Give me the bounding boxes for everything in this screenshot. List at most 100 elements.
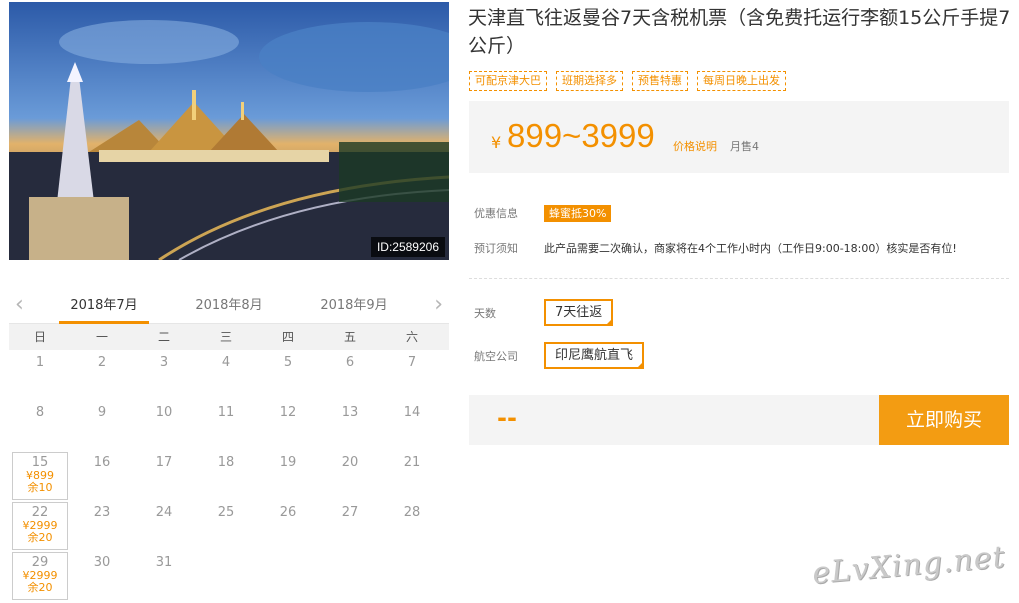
buy-now-button[interactable]: 立即购买 xyxy=(879,395,1009,445)
calendar-day: 4 xyxy=(195,350,257,400)
day-number: 7 xyxy=(407,355,417,370)
day-number: 22 xyxy=(31,505,49,520)
day-number: 14 xyxy=(403,405,421,420)
calendar-day: 23 xyxy=(71,500,133,550)
day-number: 18 xyxy=(217,455,235,470)
price-range: 899~3999 xyxy=(507,117,655,154)
weekday-label: 四 xyxy=(281,330,294,344)
promo-row: 优惠信息 蜂蜜抵30% xyxy=(474,205,612,222)
product-photo: ID:2589206 xyxy=(9,2,449,260)
day-number: 9 xyxy=(97,405,107,420)
day-number: 2 xyxy=(97,355,107,370)
weekday-label: 一 xyxy=(95,330,108,344)
weekday-label: 三 xyxy=(219,330,232,344)
weekday-label: 五 xyxy=(343,330,356,344)
calendar-day: 21 xyxy=(381,450,443,500)
feature-tag: 预售特惠 xyxy=(632,71,688,91)
calendar-day-available[interactable]: 22 ¥2999 余20 xyxy=(12,502,68,550)
day-stock: 余20 xyxy=(27,581,53,594)
price-note-link[interactable]: 价格说明 xyxy=(673,138,717,154)
calendar-grid: 1 2 3 4 5 6 7 8 9 10 11 12 13 14 15 ¥899 余10 16 17 18 19 20 21… xyxy=(9,350,449,600)
divider xyxy=(469,278,1009,279)
calendar-day: 27 xyxy=(319,500,381,550)
calendar-day: 14 xyxy=(381,400,443,450)
feature-tag: 班期选择多 xyxy=(556,71,623,91)
tab-month-1[interactable]: 2018年7月 xyxy=(59,295,149,324)
calendar-day-available[interactable]: 29 ¥2999 余20 xyxy=(12,552,68,600)
calendar-day: 2 xyxy=(71,350,133,400)
calendar-day: 11 xyxy=(195,400,257,450)
site-watermark: eLvXing.net xyxy=(810,539,1007,592)
calendar-day: 12 xyxy=(257,400,319,450)
day-number: 12 xyxy=(279,405,297,420)
calendar-day: 8 xyxy=(9,400,71,450)
calendar-day: 5 xyxy=(257,350,319,400)
day-number: 23 xyxy=(93,505,111,520)
next-month-icon[interactable]: › xyxy=(434,292,443,318)
weekday-header: 日一二三四五六 xyxy=(9,324,449,350)
tab-month-2[interactable]: 2018年8月 xyxy=(184,295,274,324)
day-number: 29 xyxy=(31,555,49,570)
tab-month-3[interactable]: 2018年9月 xyxy=(309,295,399,324)
day-number: 30 xyxy=(93,555,111,570)
calendar-day: 1 xyxy=(9,350,71,400)
day-number: 25 xyxy=(217,505,235,520)
day-number: 17 xyxy=(155,455,173,470)
notice-text: 此产品需要二次确认，商家将在4个工作小时内（工作日9:00-18:00）核实是否… xyxy=(544,242,957,255)
airline-option[interactable]: 印尼鹰航直飞 xyxy=(544,342,645,369)
day-number: 15 xyxy=(31,455,49,470)
feature-tag: 可配京津大巴 xyxy=(469,71,547,91)
promo-label: 优惠信息 xyxy=(474,207,518,220)
weekday-label: 日 xyxy=(33,330,46,344)
calendar-day: 7 xyxy=(381,350,443,400)
calendar-day-available[interactable]: 15 ¥899 余10 xyxy=(12,452,68,500)
day-stock: 余10 xyxy=(27,481,53,494)
feature-tag: 每周日晚上出发 xyxy=(697,71,786,91)
day-number: 24 xyxy=(155,505,173,520)
day-number: 21 xyxy=(403,455,421,470)
photo-id-label: ID:2589206 xyxy=(370,237,445,257)
calendar-day: 6 xyxy=(319,350,381,400)
calendar-day: 30 xyxy=(71,550,133,600)
calendar-day: 16 xyxy=(71,450,133,500)
calendar-day: 18 xyxy=(195,450,257,500)
days-option[interactable]: 7天往返 xyxy=(544,299,614,326)
day-number: 8 xyxy=(35,405,45,420)
purchase-bar: -- 立即购买 xyxy=(469,395,1009,445)
day-number: 28 xyxy=(403,505,421,520)
day-number: 4 xyxy=(221,355,231,370)
day-number: 26 xyxy=(279,505,297,520)
notice-label: 预订须知 xyxy=(474,242,518,255)
total-price: -- xyxy=(497,404,517,432)
day-number: 6 xyxy=(345,355,355,370)
currency-symbol: ¥ xyxy=(491,133,502,152)
calendar-day: 31 xyxy=(133,550,195,600)
calendar-day: 24 xyxy=(133,500,195,550)
prev-month-icon[interactable]: ‹ xyxy=(15,292,24,318)
calendar-day: 28 xyxy=(381,500,443,550)
monthly-sales: 月售4 xyxy=(730,140,759,153)
feature-tags: 可配京津大巴 班期选择多 预售特惠 每周日晚上出发 xyxy=(469,71,786,91)
day-stock: 余20 xyxy=(27,531,53,544)
temple-illustration xyxy=(9,2,449,260)
day-number: 27 xyxy=(341,505,359,520)
price-panel: ¥ 899~3999 价格说明 月售4 xyxy=(469,101,1009,173)
day-number: 19 xyxy=(279,455,297,470)
month-tabs: ‹ 2018年7月 2018年8月 2018年9月 › xyxy=(9,290,449,324)
calendar-day: 25 xyxy=(195,500,257,550)
calendar-day: 17 xyxy=(133,450,195,500)
weekday-label: 二 xyxy=(157,330,170,344)
calendar-day: 10 xyxy=(133,400,195,450)
airline-label: 航空公司 xyxy=(474,350,518,363)
day-number: 1 xyxy=(35,355,45,370)
day-number: 11 xyxy=(217,405,235,420)
product-title: 天津直飞往返曼谷7天含税机票（含免费托运行李额15公斤手提7公斤） xyxy=(468,7,1011,57)
day-number: 16 xyxy=(93,455,111,470)
day-number: 31 xyxy=(155,555,173,570)
promo-badge: 蜂蜜抵30% xyxy=(544,205,612,222)
calendar-day: 13 xyxy=(319,400,381,450)
date-calendar: ‹ 2018年7月 2018年8月 2018年9月 › 日一二三四五六 1234… xyxy=(9,290,449,600)
notice-row: 预订须知 此产品需要二次确认，商家将在4个工作小时内（工作日9:00-18:00… xyxy=(474,240,957,256)
calendar-day: 26 xyxy=(257,500,319,550)
calendar-day: 3 xyxy=(133,350,195,400)
